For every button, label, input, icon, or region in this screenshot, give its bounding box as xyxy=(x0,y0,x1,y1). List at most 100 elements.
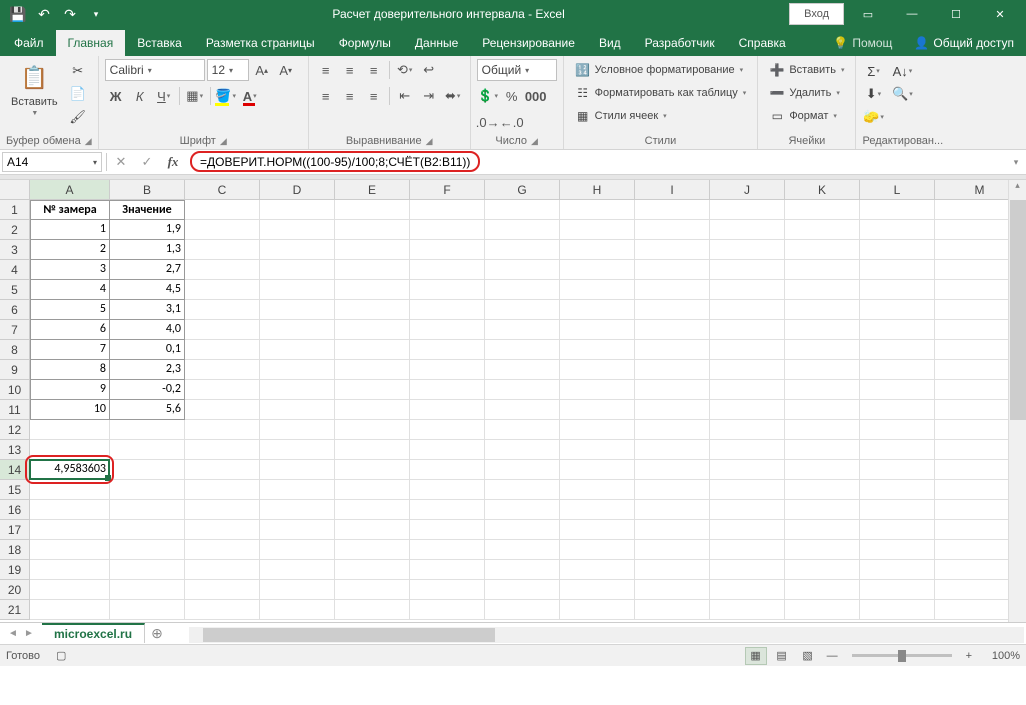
cell-B21[interactable] xyxy=(110,600,185,620)
cell-F11[interactable] xyxy=(410,400,485,420)
cell-A6[interactable]: 5 xyxy=(30,300,110,320)
format-as-table-button[interactable]: ☷Форматировать как таблицу▾ xyxy=(570,82,752,104)
cell-J5[interactable] xyxy=(710,280,785,300)
row-header-20[interactable]: 20 xyxy=(0,580,30,600)
clipboard-dialog-icon[interactable]: ◢ xyxy=(85,136,92,147)
cell-J2[interactable] xyxy=(710,220,785,240)
col-header-C[interactable]: C xyxy=(185,180,260,200)
cell-J12[interactable] xyxy=(710,420,785,440)
cell-C19[interactable] xyxy=(185,560,260,580)
spreadsheet-grid[interactable]: ABCDEFGHIJKLM 12345678910111213141516171… xyxy=(0,180,1026,622)
cell-D19[interactable] xyxy=(260,560,335,580)
column-headers[interactable]: ABCDEFGHIJKLM xyxy=(30,180,1008,200)
zoom-out-button[interactable]: — xyxy=(823,650,842,662)
cell-C8[interactable] xyxy=(185,340,260,360)
row-header-11[interactable]: 11 xyxy=(0,400,30,420)
cell-L6[interactable] xyxy=(860,300,935,320)
cell-A11[interactable]: 10 xyxy=(30,400,110,420)
cell-K20[interactable] xyxy=(785,580,860,600)
fill-button[interactable]: ⬇▾ xyxy=(862,84,884,104)
cell-H18[interactable] xyxy=(560,540,635,560)
cell-D12[interactable] xyxy=(260,420,335,440)
cell-F13[interactable] xyxy=(410,440,485,460)
cell-I8[interactable] xyxy=(635,340,710,360)
cell-F16[interactable] xyxy=(410,500,485,520)
cell-J21[interactable] xyxy=(710,600,785,620)
cell-J9[interactable] xyxy=(710,360,785,380)
autosum-button[interactable]: Σ▾ xyxy=(862,61,884,81)
zoom-in-button[interactable]: + xyxy=(962,650,976,662)
cell-G18[interactable] xyxy=(485,540,560,560)
sheet-nav-next[interactable]: ► xyxy=(22,628,36,639)
cell-J19[interactable] xyxy=(710,560,785,580)
clear-button[interactable]: 🧽▾ xyxy=(862,107,884,127)
cell-C11[interactable] xyxy=(185,400,260,420)
cell-C9[interactable] xyxy=(185,360,260,380)
cell-I15[interactable] xyxy=(635,480,710,500)
cell-F21[interactable] xyxy=(410,600,485,620)
cell-B5[interactable]: 4,5 xyxy=(110,280,185,300)
cell-F7[interactable] xyxy=(410,320,485,340)
cell-F14[interactable] xyxy=(410,460,485,480)
cell-L1[interactable] xyxy=(860,200,935,220)
cell-C1[interactable] xyxy=(185,200,260,220)
ribbon-options-icon[interactable]: ▭ xyxy=(848,0,888,28)
border-button[interactable]: ▦▾ xyxy=(184,85,206,107)
cell-E1[interactable] xyxy=(335,200,410,220)
col-header-F[interactable]: F xyxy=(410,180,485,200)
cell-F12[interactable] xyxy=(410,420,485,440)
italic-button[interactable]: К xyxy=(129,85,151,107)
cell-F20[interactable] xyxy=(410,580,485,600)
cell-A7[interactable]: 6 xyxy=(30,320,110,340)
cell-A20[interactable] xyxy=(30,580,110,600)
cell-I14[interactable] xyxy=(635,460,710,480)
cell-K4[interactable] xyxy=(785,260,860,280)
cell-E15[interactable] xyxy=(335,480,410,500)
cell-I21[interactable] xyxy=(635,600,710,620)
cell-H21[interactable] xyxy=(560,600,635,620)
cell-L3[interactable] xyxy=(860,240,935,260)
cell-K1[interactable] xyxy=(785,200,860,220)
row-header-21[interactable]: 21 xyxy=(0,600,30,620)
cell-C12[interactable] xyxy=(185,420,260,440)
format-painter-button[interactable]: 🖌 xyxy=(67,107,89,127)
delete-cells-button[interactable]: ➖Удалить▾ xyxy=(764,82,845,104)
tab-данные[interactable]: Данные xyxy=(403,30,470,56)
name-box[interactable]: A14▾ xyxy=(2,152,102,172)
cell-I12[interactable] xyxy=(635,420,710,440)
col-header-J[interactable]: J xyxy=(710,180,785,200)
sheet-nav-prev[interactable]: ◄ xyxy=(6,628,20,639)
row-header-13[interactable]: 13 xyxy=(0,440,30,460)
cell-D18[interactable] xyxy=(260,540,335,560)
enter-formula-icon[interactable]: ✓ xyxy=(134,150,160,174)
row-header-19[interactable]: 19 xyxy=(0,560,30,580)
tab-рецензирование[interactable]: Рецензирование xyxy=(470,30,587,56)
cell-A1[interactable]: № замера xyxy=(30,200,110,220)
align-middle-button[interactable]: ≡ xyxy=(339,59,361,81)
cell-E6[interactable] xyxy=(335,300,410,320)
cell-H12[interactable] xyxy=(560,420,635,440)
cell-K14[interactable] xyxy=(785,460,860,480)
cell-F1[interactable] xyxy=(410,200,485,220)
find-select-button[interactable]: 🔍▾ xyxy=(888,84,916,104)
cell-K7[interactable] xyxy=(785,320,860,340)
cell-A18[interactable] xyxy=(30,540,110,560)
cell-styles-button[interactable]: ▦Стили ячеек▾ xyxy=(570,105,672,127)
cell-E11[interactable] xyxy=(335,400,410,420)
cell-E4[interactable] xyxy=(335,260,410,280)
cell-L16[interactable] xyxy=(860,500,935,520)
cell-H13[interactable] xyxy=(560,440,635,460)
cell-F6[interactable] xyxy=(410,300,485,320)
qat-customize-icon[interactable]: ▾ xyxy=(84,2,108,26)
row-header-9[interactable]: 9 xyxy=(0,360,30,380)
add-sheet-button[interactable]: ⊕ xyxy=(145,625,169,642)
cell-E2[interactable] xyxy=(335,220,410,240)
comma-button[interactable]: 000 xyxy=(525,85,547,107)
col-header-A[interactable]: A xyxy=(30,180,110,200)
underline-button[interactable]: Ч▾ xyxy=(153,85,175,107)
row-header-6[interactable]: 6 xyxy=(0,300,30,320)
align-center-button[interactable]: ≡ xyxy=(339,85,361,107)
cell-E16[interactable] xyxy=(335,500,410,520)
cell-J15[interactable] xyxy=(710,480,785,500)
tab-справка[interactable]: Справка xyxy=(727,30,798,56)
